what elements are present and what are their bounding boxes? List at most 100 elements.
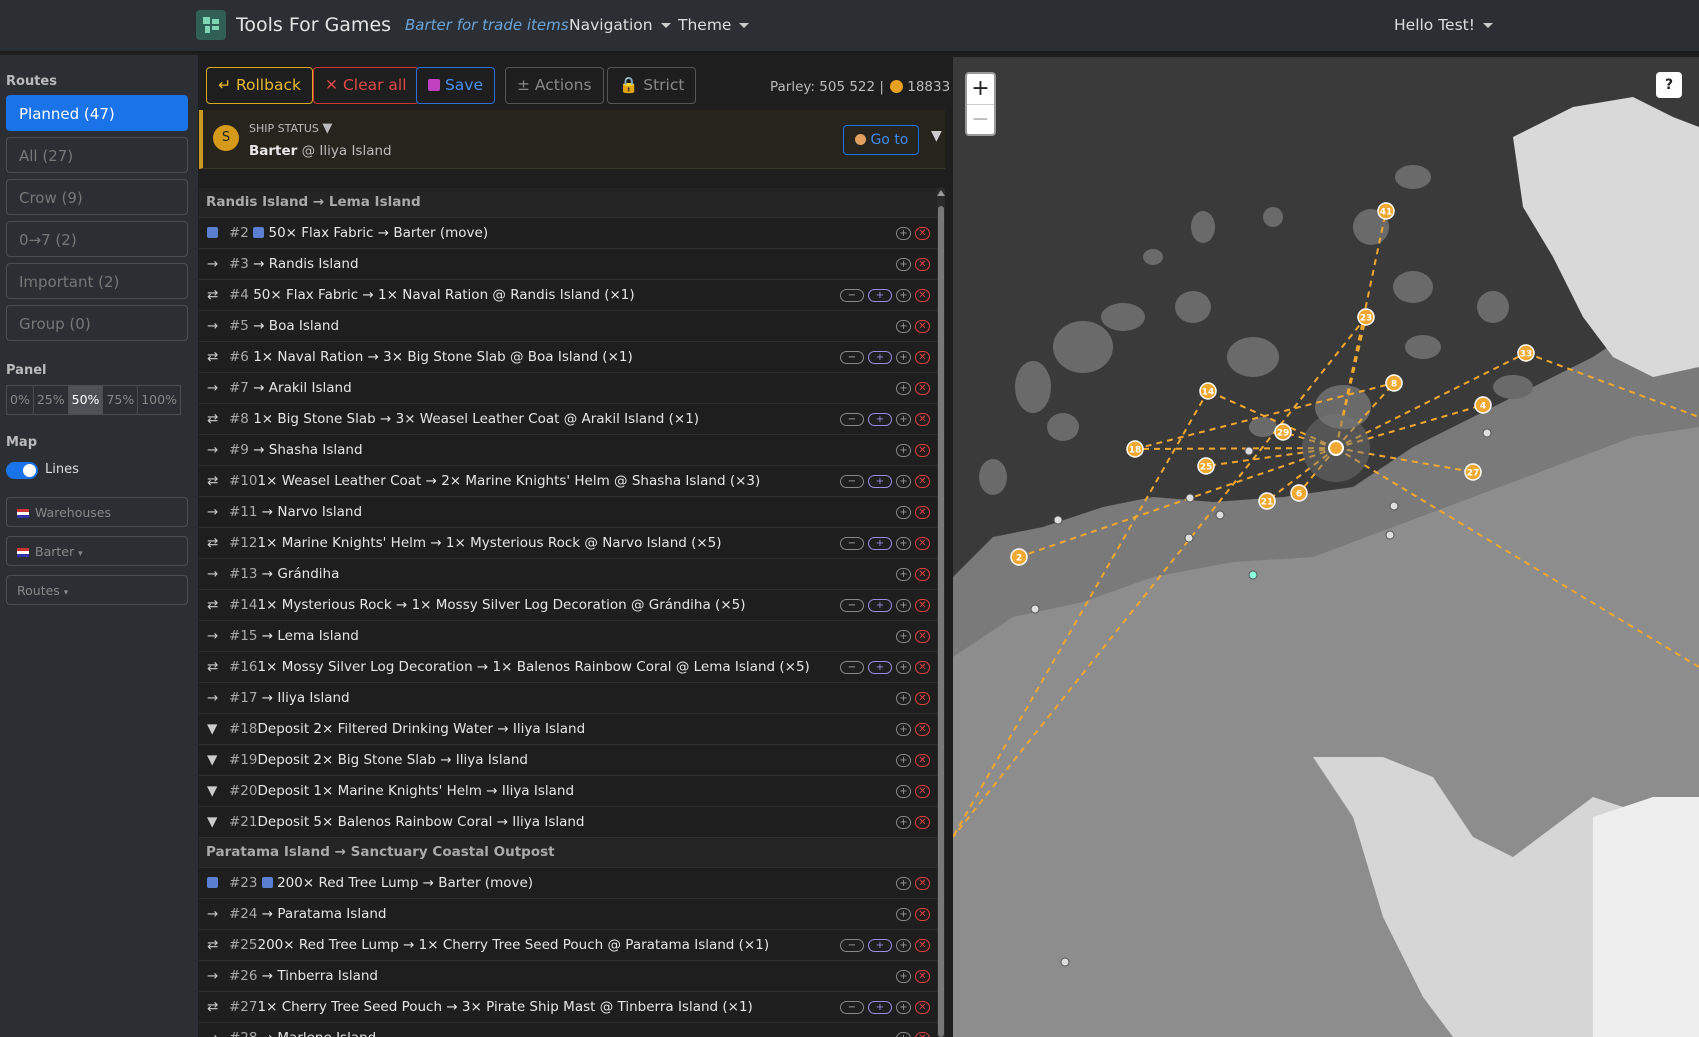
map-view[interactable]: 41 23 33 14 8 4 18 29 25 27 6 21 2 [953,57,1699,1037]
barter-select[interactable]: Barter ▾ [6,536,188,566]
theme-dropdown[interactable]: Theme [678,16,750,34]
add-step-button[interactable]: + [896,381,911,395]
step-row[interactable]: → #3 → Randis Island + ✕ [199,249,937,280]
delete-step-button[interactable]: ✕ [915,722,930,736]
delete-step-button[interactable]: ✕ [915,1000,930,1014]
delete-step-button[interactable]: ✕ [915,969,930,983]
add-step-button[interactable]: + [896,1000,911,1014]
delete-step-button[interactable]: ✕ [915,505,930,519]
warehouses-select[interactable]: Warehouses [6,497,188,527]
route-marker[interactable]: 4 [1474,396,1492,414]
add-step-button[interactable]: + [896,319,911,333]
user-dropdown[interactable]: Hello Test! [1394,16,1493,34]
route-marker[interactable]: 23 [1357,308,1375,326]
collapse-toggle-icon[interactable]: ▼ [931,128,942,144]
panel-0[interactable]: 0% [6,385,34,415]
add-step-button[interactable]: + [896,443,911,457]
step-row[interactable]: ⇄ #8 1× Big Stone Slab → 3× Weasel Leathe… [199,404,937,435]
delete-step-button[interactable]: ✕ [915,660,930,674]
route-marker[interactable]: 41 [1377,202,1395,220]
increase-button[interactable]: + [868,660,892,674]
increase-button[interactable]: + [868,1000,892,1014]
go-to-button[interactable]: Go to [843,125,919,155]
delete-step-button[interactable]: ✕ [915,474,930,488]
decrease-button[interactable]: − [840,288,864,302]
panel-50[interactable]: 50% [67,385,104,415]
decrease-button[interactable]: − [840,660,864,674]
increase-button[interactable]: + [868,536,892,550]
routes-select[interactable]: Routes ▾ [6,575,188,605]
increase-button[interactable]: + [868,474,892,488]
add-step-button[interactable]: + [896,876,911,890]
step-row[interactable]: → #15 → Lema Island + ✕ [199,621,937,652]
add-step-button[interactable]: + [896,969,911,983]
delete-step-button[interactable]: ✕ [915,938,930,952]
delete-step-button[interactable]: ✕ [915,753,930,767]
step-row[interactable]: ⇄ #271× Cherry Tree Seed Pouch → 3× Pirat… [199,992,937,1023]
delete-step-button[interactable]: ✕ [915,691,930,705]
route-marker[interactable]: 8 [1385,374,1403,392]
route-marker[interactable]: 6 [1290,484,1308,502]
route-planned[interactable]: Planned (47) [6,95,188,131]
add-step-button[interactable]: + [896,815,911,829]
scroll-up-icon[interactable] [937,190,945,196]
panel-25[interactable]: 25% [32,385,69,415]
save-button[interactable]: Save [416,67,495,104]
step-row[interactable]: ⇄ #121× Marine Knights' Helm → 1× Mysteri… [199,528,937,559]
delete-step-button[interactable]: ✕ [915,567,930,581]
step-row[interactable]: → #24 → Paratama Island + ✕ [199,899,937,930]
delete-step-button[interactable]: ✕ [915,536,930,550]
delete-step-button[interactable]: ✕ [915,907,930,921]
zoom-in-button[interactable]: + [967,74,994,104]
delete-step-button[interactable]: ✕ [915,412,930,426]
step-row[interactable]: ▼ #20Deposit 1× Marine Knights' Helm → Il… [199,776,937,807]
add-step-button[interactable]: + [896,257,911,271]
delete-step-button[interactable]: ✕ [915,876,930,890]
step-row[interactable]: →#28 → Marlene Island+✕ [199,1023,937,1037]
step-row[interactable]: ▼ #19Deposit 2× Big Stone Slab → Iliya Is… [199,745,937,776]
route-marker[interactable]: 2 [1010,548,1028,566]
brand-name[interactable]: Tools For Games [236,14,391,36]
step-row[interactable]: ⇄ #6 1× Naval Ration → 3× Big Stone Slab … [199,342,937,373]
add-step-button[interactable]: + [896,350,911,364]
step-row[interactable]: → #11 → Narvo Island + ✕ [199,497,937,528]
decrease-button[interactable]: − [840,412,864,426]
route-all[interactable]: All (27) [6,137,188,173]
step-row[interactable]: → #26 → Tinberra Island + ✕ [199,961,937,992]
add-step-button[interactable]: + [896,722,911,736]
step-row[interactable]: ⇄ #161× Mossy Silver Log Decoration → 1× … [199,652,937,683]
step-row[interactable]: → #5 → Boa Island + ✕ [199,311,937,342]
help-icon[interactable]: ? [1656,72,1682,98]
add-step-button[interactable]: + [896,1031,911,1037]
delete-step-button[interactable]: ✕ [915,288,930,302]
route-marker[interactable]: 25 [1197,457,1215,475]
actions-button[interactable]: ± Actions [505,67,604,104]
route-group[interactable]: Group (0) [6,305,188,341]
delete-step-button[interactable]: ✕ [915,815,930,829]
step-row[interactable]: ▼ #18Deposit 2× Filtered Drinking Water →… [199,714,937,745]
ship-status-label[interactable]: SHIP STATUS ▼ [249,121,332,136]
delete-step-button[interactable]: ✕ [915,226,930,240]
delete-step-button[interactable]: ✕ [915,629,930,643]
lines-toggle[interactable] [6,462,38,479]
zoom-out-button[interactable]: − [967,104,994,135]
add-step-button[interactable]: + [896,691,911,705]
delete-step-button[interactable]: ✕ [915,443,930,457]
route-marker[interactable]: 18 [1126,440,1144,458]
decrease-button[interactable]: − [840,536,864,550]
add-step-button[interactable]: + [896,226,911,240]
step-row[interactable]: → #9 → Shasha Island + ✕ [199,435,937,466]
route-marker[interactable]: 21 [1258,492,1276,510]
rollback-button[interactable]: ↵ Rollback [206,67,313,104]
step-row[interactable]: → #7 → Arakil Island + ✕ [199,373,937,404]
route-zero-to-seven[interactable]: 0→7 (2) [6,221,188,257]
step-row[interactable]: ⇄ #101× Weasel Leather Coat → 2× Marine K… [199,466,937,497]
increase-button[interactable]: + [868,598,892,612]
step-row[interactable]: ⇄ #25200× Red Tree Lump → 1× Cherry Tree … [199,930,937,961]
add-step-button[interactable]: + [896,629,911,643]
delete-step-button[interactable]: ✕ [915,319,930,333]
add-step-button[interactable]: + [896,536,911,550]
delete-step-button[interactable]: ✕ [915,784,930,798]
delete-step-button[interactable]: ✕ [915,1031,930,1037]
navigation-dropdown[interactable]: Navigation [569,16,671,34]
